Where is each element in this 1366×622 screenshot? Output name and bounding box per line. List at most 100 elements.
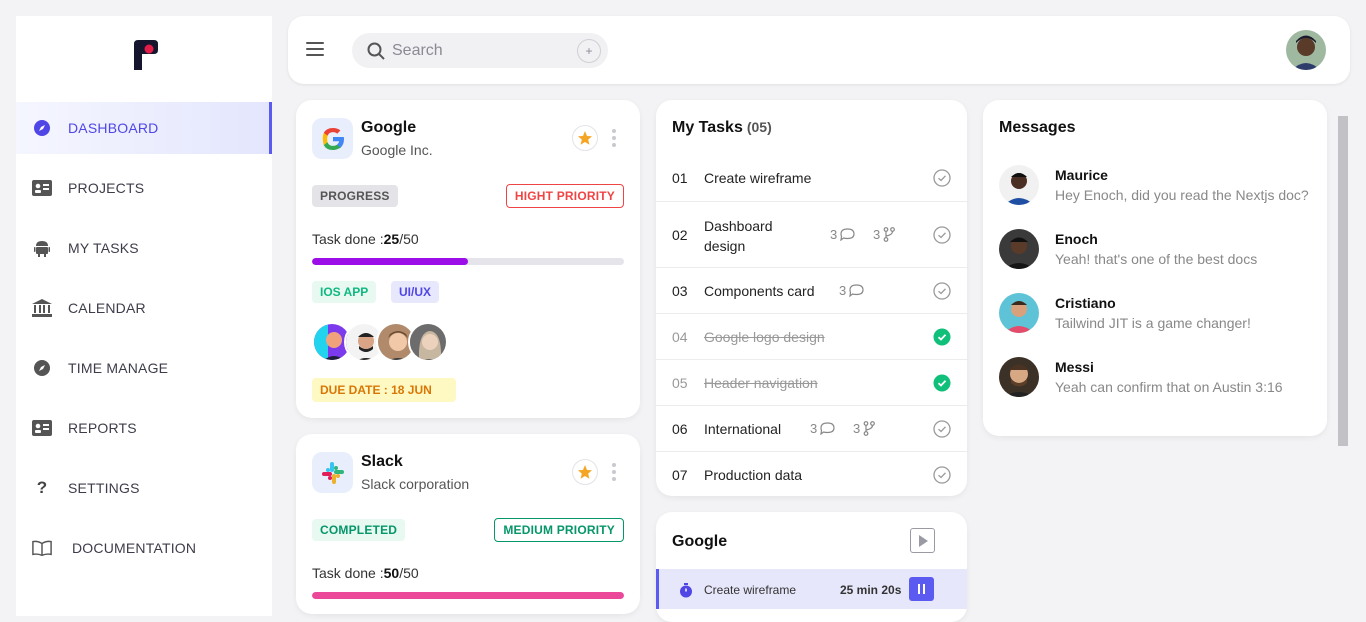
search-input[interactable] [392, 39, 562, 63]
timer-row[interactable]: Create wireframe 25 min 20s [656, 569, 967, 609]
branch-icon [863, 421, 876, 436]
sidebar-item-label: PROJECTS [68, 180, 145, 196]
check-circle-icon[interactable] [933, 420, 951, 438]
message-text: Tailwind JIT is a game changer! [1055, 315, 1251, 331]
avatar [999, 229, 1039, 269]
task-row[interactable]: 07 Production data [656, 451, 967, 496]
menu-icon[interactable] [306, 42, 324, 60]
scrollbar-thumb[interactable] [1338, 116, 1348, 446]
project-name: Slack [361, 453, 403, 470]
slack-logo-icon [312, 452, 353, 493]
check-circle-icon[interactable] [933, 282, 951, 300]
sender-name: Messi [1055, 359, 1094, 375]
task-row[interactable]: 04 Google logo design [656, 313, 967, 359]
sidebar-item-documentation[interactable]: DOCUMENTATION [16, 522, 272, 574]
due-date-badge: DUE DATE : 18 JUN [312, 378, 456, 402]
message-item[interactable]: Cristiano Tailwind JIT is a game changer… [999, 293, 1319, 341]
message-text: Yeah can confirm that on Austin 3:16 [1055, 379, 1283, 395]
sidebar-item-label: DOCUMENTATION [72, 540, 197, 556]
task-done-text: Task done :25/50 [312, 231, 419, 247]
status-badge: PROGRESS [312, 185, 398, 207]
timer-title: Google [672, 533, 728, 550]
star-icon[interactable] [572, 459, 598, 485]
comment-icon [820, 422, 835, 435]
team-avatars [312, 322, 448, 362]
priority-badge: MEDIUM PRIORITY [494, 518, 624, 542]
sender-name: Cristiano [1055, 295, 1116, 311]
sidebar-item-projects[interactable]: PROJECTS [16, 162, 272, 214]
sidebar-item-label: MY TASKS [68, 240, 139, 256]
comments-count: 3 [830, 227, 855, 242]
timer-card: Google Create wireframe 25 min 20s [656, 512, 967, 622]
pause-button[interactable] [909, 577, 934, 601]
project-card-google[interactable]: Google Google Inc. PROGRESS HIGHT PRIORI… [296, 100, 640, 418]
priority-badge: HIGHT PRIORITY [505, 184, 624, 208]
message-item[interactable]: Maurice Hey Enoch, did you read the Next… [999, 165, 1319, 213]
message-item[interactable]: Messi Yeah can confirm that on Austin 3:… [999, 357, 1319, 405]
user-avatar[interactable] [1286, 30, 1326, 70]
star-icon[interactable] [572, 125, 598, 151]
check-circle-icon[interactable] [933, 466, 951, 484]
sidebar-item-label: SETTINGS [68, 480, 140, 496]
message-text: Hey Enoch, did you read the Nextjs doc? [1055, 187, 1309, 203]
check-circle-icon[interactable] [933, 169, 951, 187]
project-company: Google Inc. [361, 142, 433, 158]
tasks-count: (05) [746, 119, 772, 135]
status-badge: COMPLETED [312, 519, 406, 541]
scrollbar[interactable] [1336, 100, 1350, 596]
project-card-slack[interactable]: Slack Slack corporation COMPLETED MEDIUM… [296, 434, 640, 614]
sender-name: Enoch [1055, 231, 1098, 247]
project-company: Slack corporation [361, 476, 470, 492]
id-card-icon [32, 178, 52, 198]
sidebar-item-my-tasks[interactable]: MY TASKS [16, 222, 272, 274]
sidebar-item-settings[interactable]: ? SETTINGS [16, 462, 272, 514]
tag: UI/UX [391, 281, 440, 303]
comments-count: 3 [810, 421, 835, 436]
sidebar: DASHBOARD PROJECTS MY TASKS CALENDAR TIM… [16, 16, 272, 616]
task-row[interactable]: 02 Dashboard design 3 3 [656, 201, 967, 267]
tag: IOS APP [312, 281, 377, 303]
compass-icon [32, 358, 52, 378]
more-options-icon[interactable] [612, 463, 616, 484]
sidebar-item-calendar[interactable]: CALENDAR [16, 282, 272, 334]
sidebar-item-reports[interactable]: REPORTS [16, 402, 272, 454]
sidebar-item-label: TIME MANAGE [68, 360, 169, 376]
top-bar: + [288, 16, 1350, 84]
comments-count: 3 [839, 283, 864, 298]
timer-task: Create wireframe [704, 583, 797, 597]
messages-title: Messages [999, 119, 1076, 136]
progress-fill [312, 258, 468, 265]
app-logo[interactable] [134, 40, 158, 70]
check-circle-icon[interactable] [933, 226, 951, 244]
sidebar-item-label: DASHBOARD [68, 120, 159, 136]
avatar [999, 293, 1039, 333]
project-name: Google [361, 119, 417, 136]
sender-name: Maurice [1055, 167, 1108, 183]
book-icon [32, 538, 52, 558]
message-item[interactable]: Enoch Yeah! that's one of the best docs [999, 229, 1319, 277]
play-icon[interactable] [910, 528, 935, 553]
avatar [999, 165, 1039, 205]
sidebar-item-dashboard[interactable]: DASHBOARD [16, 102, 272, 154]
timer-time: 25 min 20s [840, 583, 902, 597]
message-text: Yeah! that's one of the best docs [1055, 251, 1258, 267]
check-circle-filled-icon[interactable] [933, 374, 951, 392]
search-box: + [352, 33, 608, 68]
sidebar-nav: DASHBOARD PROJECTS MY TASKS CALENDAR TIM… [16, 102, 272, 582]
avatar[interactable] [408, 322, 448, 362]
search-icon [367, 42, 385, 60]
id-card-icon [32, 418, 52, 438]
add-button[interactable]: + [577, 39, 601, 63]
my-tasks-card: My Tasks (05) 01 Create wireframe 02 Dash… [656, 100, 967, 496]
check-circle-filled-icon[interactable] [933, 328, 951, 346]
messages-card: Messages Maurice Hey Enoch, did you read… [983, 100, 1327, 436]
more-options-icon[interactable] [612, 129, 616, 150]
compass-icon [32, 118, 52, 138]
task-row[interactable]: 06 International 3 3 [656, 405, 967, 451]
task-row[interactable]: 03 Components card 3 [656, 267, 967, 313]
task-row[interactable]: 05 Header navigation [656, 359, 967, 405]
branches-count: 3 [873, 227, 896, 242]
bank-icon [32, 298, 52, 318]
task-row[interactable]: 01 Create wireframe [656, 155, 967, 201]
sidebar-item-time-manage[interactable]: TIME MANAGE [16, 342, 272, 394]
